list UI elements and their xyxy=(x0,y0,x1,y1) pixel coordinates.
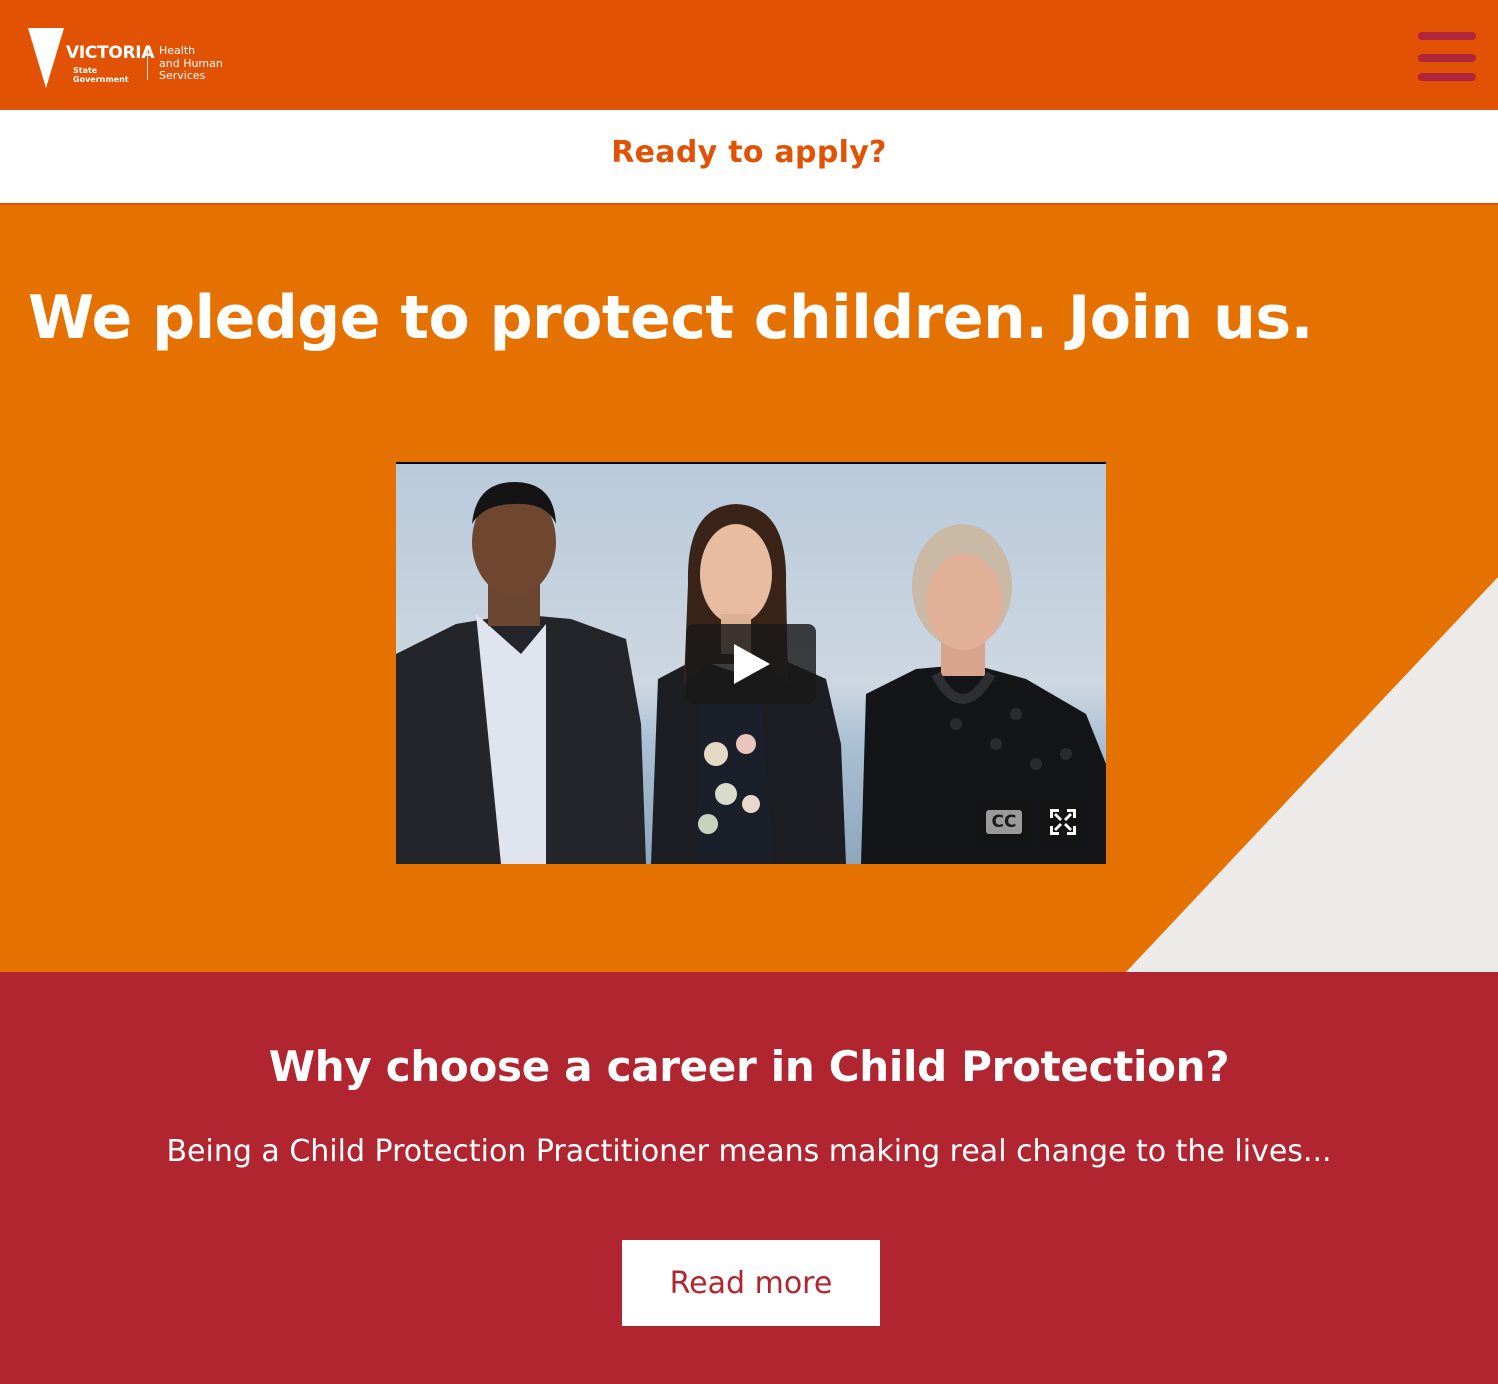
fullscreen-button[interactable] xyxy=(1041,800,1085,844)
video-player[interactable]: CC xyxy=(396,462,1106,864)
logo-divider xyxy=(147,46,148,80)
logo-wordmark: VICTORIA xyxy=(66,43,155,63)
hamburger-icon-bar xyxy=(1418,54,1476,62)
hamburger-icon xyxy=(1418,32,1476,40)
apply-bar: Ready to apply? xyxy=(0,110,1498,205)
logo-subtitle: State Government xyxy=(73,66,129,84)
logo-department: Health and Human Services xyxy=(159,44,223,82)
career-description: Being a Child Protection Practitioner me… xyxy=(166,1134,1332,1169)
career-title: Why choose a career in Child Protection? xyxy=(268,1042,1230,1091)
site-header: VICTORIA State Government Health and Hum… xyxy=(0,0,1498,110)
menu-button[interactable] xyxy=(1418,32,1476,84)
captions-label: CC xyxy=(986,810,1022,834)
hamburger-icon-bar xyxy=(1418,73,1476,81)
hero-title: We pledge to protect children. Join us. xyxy=(28,283,1313,353)
read-more-button[interactable]: Read more xyxy=(622,1240,880,1326)
ready-to-apply-link[interactable]: Ready to apply? xyxy=(611,135,887,170)
fullscreen-icon xyxy=(1050,809,1076,835)
triangle-logo-mark xyxy=(28,28,64,88)
career-section: Why choose a career in Child Protection?… xyxy=(0,972,1498,1384)
play-icon xyxy=(734,644,770,684)
victoria-government-logo[interactable]: VICTORIA State Government Health and Hum… xyxy=(26,26,231,90)
captions-button[interactable]: CC xyxy=(977,802,1031,842)
hero-section: We pledge to protect children. Join us. xyxy=(0,205,1498,972)
play-button[interactable] xyxy=(686,624,816,704)
